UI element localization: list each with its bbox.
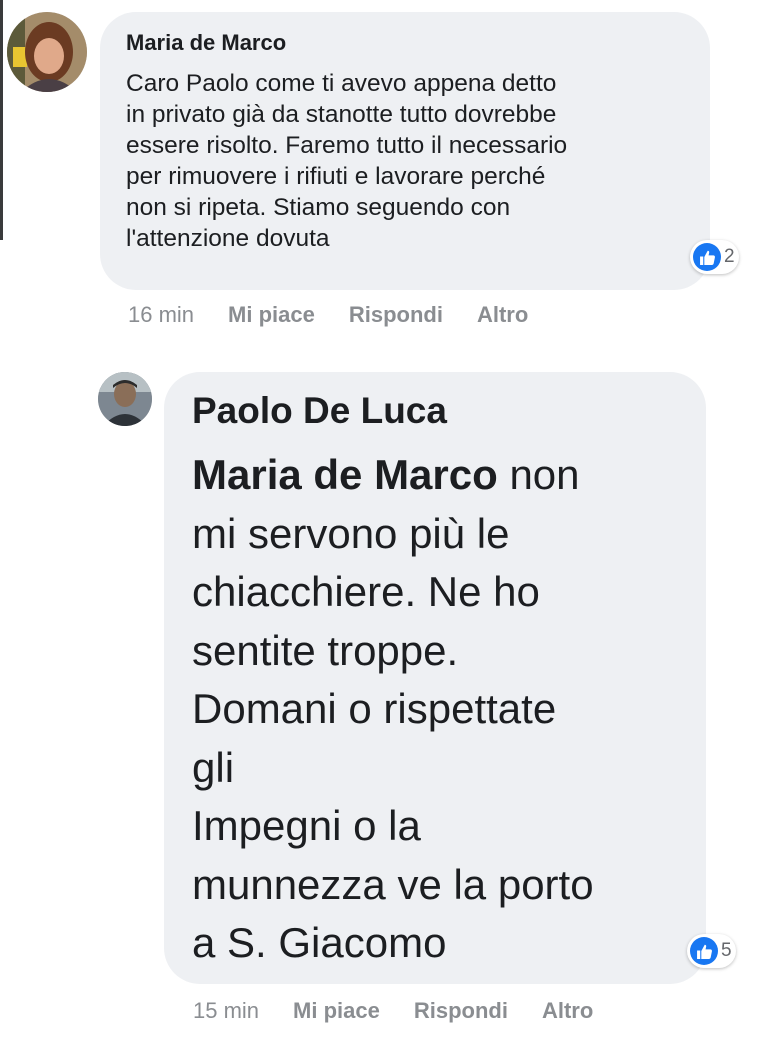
screen-edge <box>0 0 3 240</box>
reply-button[interactable]: Rispondi <box>349 302 443 328</box>
like-button[interactable]: Mi piace <box>228 302 315 328</box>
comment-author[interactable]: Paolo De Luca <box>192 390 447 432</box>
comment-author[interactable]: Maria de Marco <box>126 30 286 56</box>
reaction-count: 2 <box>724 246 735 267</box>
avatar[interactable] <box>7 12 87 92</box>
reaction-summary[interactable]: 2 <box>690 240 739 274</box>
mention-link[interactable]: Maria de Marco <box>192 451 498 498</box>
comment-body: non mi servono più le chiacchiere. Ne ho… <box>192 451 594 966</box>
like-button[interactable]: Mi piace <box>293 998 380 1024</box>
avatar-photo <box>98 372 152 426</box>
more-button[interactable]: Altro <box>477 302 528 328</box>
comment-timestamp[interactable]: 16 min <box>128 302 194 328</box>
comment-text: Caro Paolo come ti avevo appena detto in… <box>126 70 568 252</box>
reply-button[interactable]: Rispondi <box>414 998 508 1024</box>
avatar-photo <box>7 12 87 92</box>
comment-text: Maria de Marco non mi servono più le chi… <box>192 446 692 973</box>
comment-actions: 16 min Mi piace Rispondi Altro <box>128 302 562 328</box>
comment-timestamp[interactable]: 15 min <box>193 998 259 1024</box>
comment-bubble: Maria de Marco Caro Paolo come ti avevo … <box>100 12 710 290</box>
like-thumbs-up-icon <box>693 243 721 271</box>
reaction-count: 5 <box>721 940 732 961</box>
reaction-summary[interactable]: 5 <box>687 934 736 968</box>
more-button[interactable]: Altro <box>542 998 593 1024</box>
like-thumbs-up-icon <box>690 937 718 965</box>
avatar[interactable] <box>98 372 152 426</box>
comment-actions: 15 min Mi piace Rispondi Altro <box>193 998 627 1024</box>
comment-bubble: Paolo De Luca Maria de Marco non mi serv… <box>164 372 706 984</box>
